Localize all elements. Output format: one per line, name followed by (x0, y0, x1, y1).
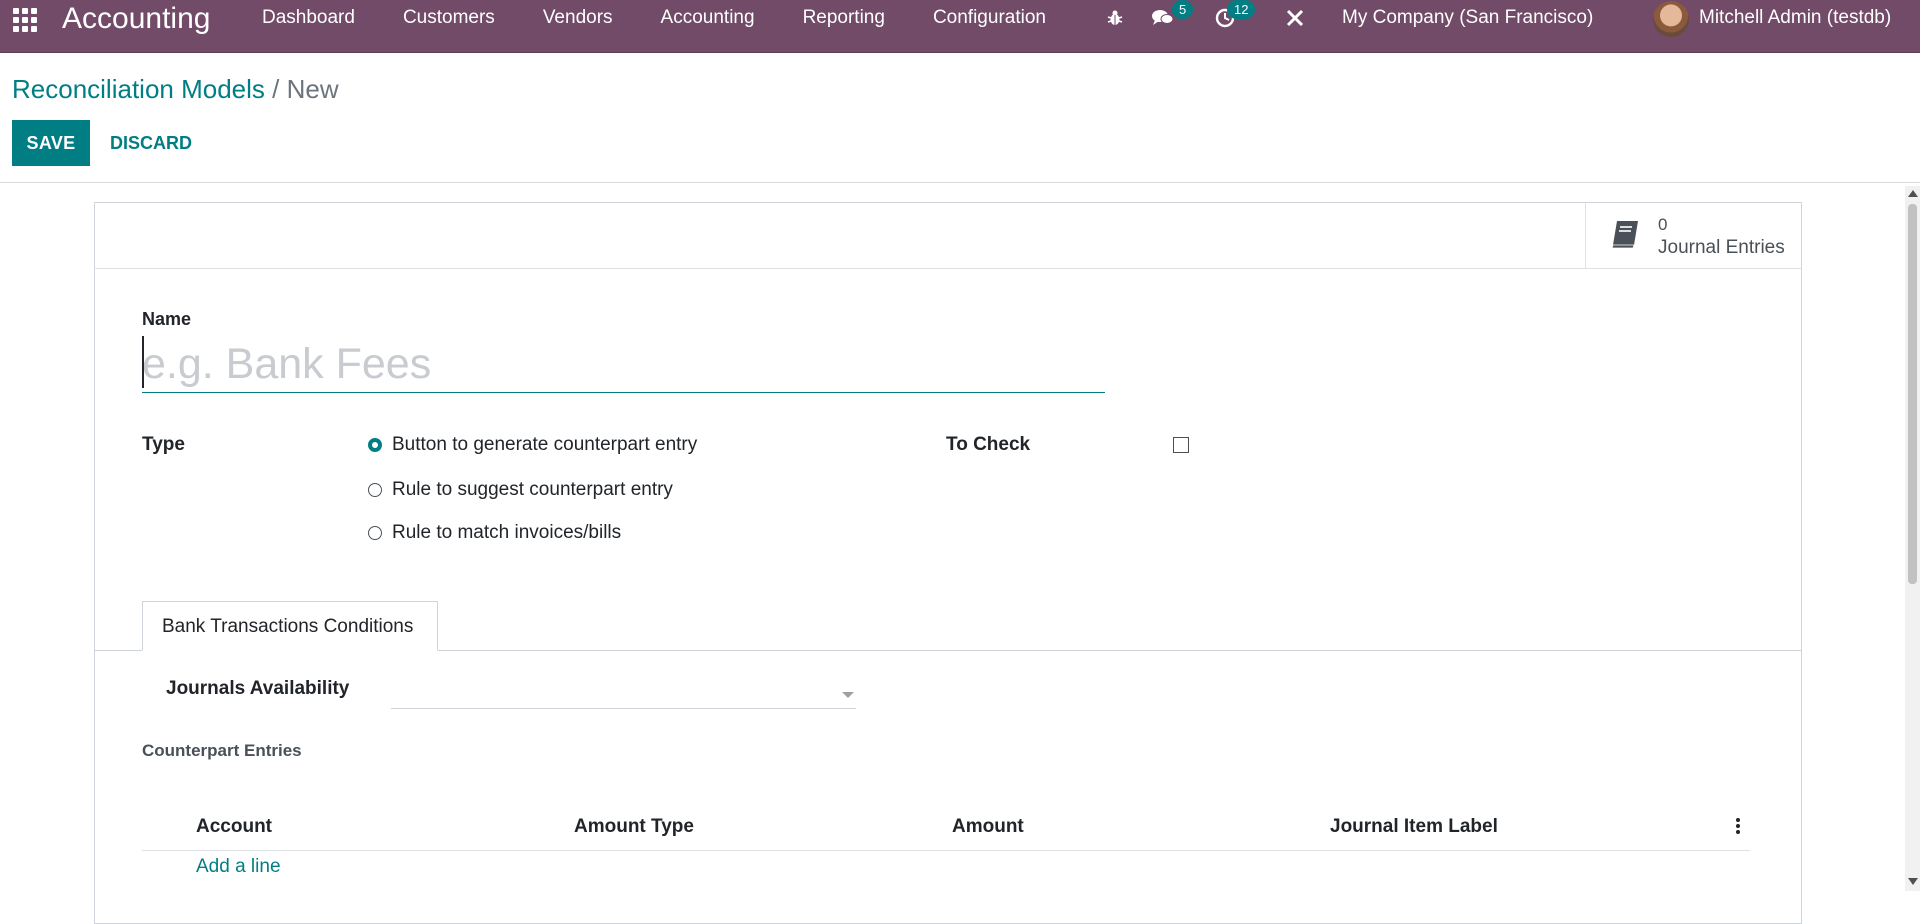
column-header-journal-item-label[interactable]: Journal Item Label (1330, 816, 1498, 838)
form-sheet (94, 202, 1802, 924)
radio-unchecked-icon[interactable] (368, 526, 382, 540)
optional-columns-kebab-icon[interactable] (1736, 818, 1742, 836)
journal-entries-smart-button[interactable]: 0 Journal Entries (1585, 203, 1801, 268)
user-avatar[interactable] (1653, 1, 1689, 37)
activities-badge: 12 (1227, 0, 1256, 19)
to-check-checkbox[interactable] (1173, 437, 1189, 453)
scroll-down-arrow-icon[interactable] (1908, 878, 1918, 885)
type-label: Type (142, 434, 185, 455)
user-menu[interactable]: Mitchell Admin (testdb) (1699, 7, 1891, 29)
menu-configuration[interactable]: Configuration (933, 7, 1046, 29)
journal-entries-count: 0 (1658, 215, 1668, 234)
menu-customers[interactable]: Customers (403, 7, 495, 29)
journals-availability-input[interactable] (391, 680, 856, 709)
type-option-button[interactable]: Button to generate counterpart entry (368, 432, 697, 458)
menu-dashboard[interactable]: Dashboard (262, 7, 355, 29)
tools-icon[interactable] (1282, 6, 1308, 30)
save-button[interactable]: SAVE (12, 120, 90, 166)
app-title[interactable]: Accounting (62, 0, 210, 38)
journals-availability-label: Journals Availability (166, 678, 350, 699)
type-option-label: Rule to suggest counterpart entry (392, 479, 673, 500)
menu-reporting[interactable]: Reporting (803, 7, 885, 29)
column-header-amount[interactable]: Amount (952, 816, 1024, 838)
type-option-label: Rule to match invoices/bills (392, 522, 622, 543)
to-check-label: To Check (946, 434, 1031, 455)
breadcrumb-parent[interactable]: Reconciliation Models (12, 74, 265, 104)
name-input[interactable] (142, 336, 1105, 393)
apps-menu-icon[interactable] (12, 8, 38, 32)
company-switcher[interactable]: My Company (San Francisco) (1342, 7, 1593, 29)
top-navbar: Accounting Dashboard Customers Vendors A… (0, 0, 1920, 53)
breadcrumb-current: New (286, 74, 339, 104)
column-header-amount-type[interactable]: Amount Type (574, 816, 694, 838)
main-menu: Dashboard Customers Vendors Accounting R… (262, 0, 1094, 36)
table-header-divider (142, 850, 1750, 851)
dropdown-caret-icon[interactable] (842, 692, 854, 698)
journal-entries-label: Journal Entries (1658, 237, 1785, 258)
breadcrumb-separator: / (272, 74, 280, 104)
radio-unchecked-icon[interactable] (368, 483, 382, 497)
discard-button[interactable]: DISCARD (104, 120, 198, 166)
button-box-divider (94, 268, 1801, 269)
text-caret (142, 336, 144, 388)
counterpart-entries-label: Counterpart Entries (142, 741, 302, 760)
add-a-line-link[interactable]: Add a line (196, 856, 281, 878)
tab-label: Bank Transactions Conditions (162, 616, 414, 637)
bug-icon[interactable] (1102, 6, 1128, 30)
type-option-suggest[interactable]: Rule to suggest counterpart entry (368, 477, 673, 503)
scroll-up-arrow-icon[interactable] (1908, 190, 1918, 197)
name-label: Name (142, 309, 192, 329)
type-option-match[interactable]: Rule to match invoices/bills (368, 520, 621, 546)
messages-badge: 5 (1172, 0, 1194, 19)
menu-vendors[interactable]: Vendors (543, 7, 613, 29)
radio-checked-icon[interactable] (368, 438, 382, 452)
control-panel-divider (0, 182, 1920, 183)
book-icon (1610, 219, 1642, 254)
tab-bank-transactions-conditions[interactable]: Bank Transactions Conditions (142, 601, 438, 651)
breadcrumb: Reconciliation Models / New (12, 72, 339, 106)
scrollbar-thumb[interactable] (1908, 204, 1917, 584)
menu-accounting[interactable]: Accounting (661, 7, 755, 29)
column-header-account[interactable]: Account (196, 816, 272, 838)
type-option-label: Button to generate counterpart entry (392, 434, 698, 455)
